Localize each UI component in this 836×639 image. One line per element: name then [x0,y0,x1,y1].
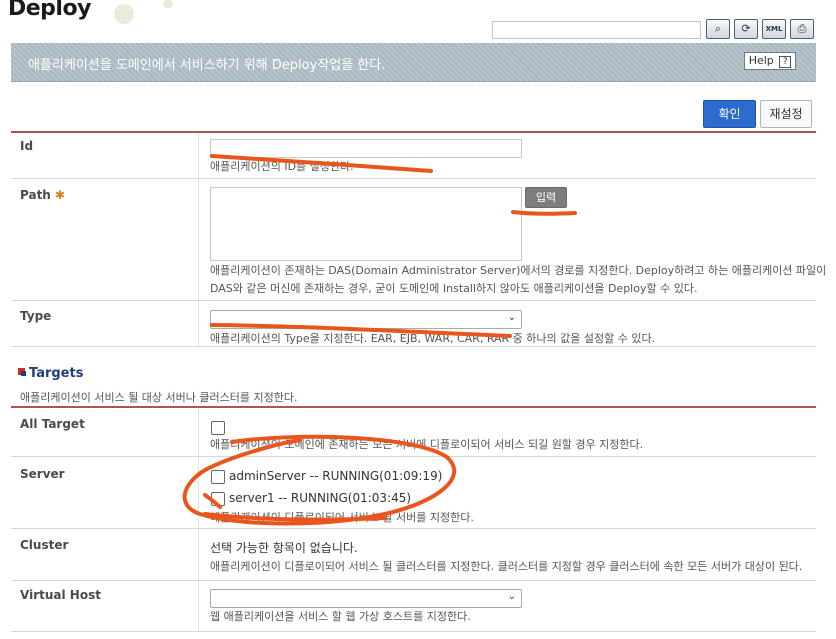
description-banner: 애플리케이션을 도메인에서 서비스하기 위해 Deploy작업을 한다. Hel… [11,43,816,82]
refresh-icon: ⟳ [741,22,751,35]
cluster-description: 애플리케이션이 디플로이되어 서비스 될 클러스터를 지정한다. 클러스터를 지… [210,560,803,573]
section-bullet-icon [18,368,26,376]
row-divider [11,300,816,301]
id-description: 애플리케이션의 ID를 설정한다. [210,160,354,173]
server-label: Server [20,467,65,481]
banner-text: 애플리케이션을 도메인에서 서비스하기 위해 Deploy작업을 한다. [28,58,386,73]
type-label: Type [20,309,52,323]
table-bottom-border [11,346,816,347]
decorative-dot [163,0,173,8]
decorative-dot [114,4,134,24]
xml-button[interactable]: XML [762,19,786,39]
row-divider [11,178,816,179]
virtual-host-label: Virtual Host [20,588,101,602]
id-input[interactable] [210,139,522,158]
required-icon: ✱ [54,188,65,202]
virtual-host-description: 웹 애플리케이션을 서비스 할 웹 가상 호스트를 지정한다. [210,610,471,623]
search-icon: ⌕ [714,22,722,35]
path-input-button[interactable]: 입력 [525,187,567,208]
type-description: 애플리케이션의 Type을 지정한다. EAR, EJB, WAR, CAR, … [210,332,656,345]
path-textarea[interactable] [210,187,522,261]
all-target-label: All Target [20,417,85,431]
row-divider [11,631,816,632]
virtual-host-select[interactable]: ⌄ [210,589,522,608]
server-checkbox-adminserver[interactable] [211,470,225,484]
export-button[interactable]: ⎙ [790,19,814,39]
all-target-checkbox[interactable] [211,421,225,435]
column-divider [198,457,199,528]
path-description-line1: 애플리케이션이 존재하는 DAS(Domain Administrator Se… [210,264,827,277]
reset-button[interactable]: 재설정 [760,100,812,128]
type-select[interactable]: ⌄ [210,310,522,329]
column-divider [198,581,199,631]
cluster-empty-text: 선택 가능한 항목이 없습니다. [210,541,358,555]
server-description: 애플리케이션이 디플로이되어 서비스 될 서버를 지정한다. [210,511,474,524]
server-option-adminserver: adminServer -- RUNNING(01:09:19) [229,469,443,483]
export-icon: ⎙ [797,22,807,35]
xml-icon: XML [765,25,783,33]
column-divider [198,408,199,456]
confirm-button[interactable]: 확인 [703,100,756,128]
targets-title: Targets [18,366,83,381]
refresh-button[interactable]: ⟳ [734,19,758,39]
all-target-description: 애플리케이션이 도메인에 존재하는 모든 서버에 디플로이되어 서비스 되길 원… [210,438,644,451]
column-divider [198,179,199,300]
path-label: Path ✱ [20,188,65,202]
path-description-line2: DAS와 같은 머신에 존재하는 경우, 굳이 도메인에 Install하지 않… [210,282,698,295]
chevron-down-icon: ⌄ [507,591,516,602]
row-divider [11,456,816,457]
column-divider [198,529,199,580]
column-divider [198,301,199,346]
table-top-border [11,131,816,133]
row-divider [11,580,816,581]
targets-title-text: Targets [29,366,84,381]
column-divider [198,133,199,178]
chevron-down-icon: ⌄ [507,312,516,323]
server-checkbox-server1[interactable] [211,492,225,506]
page-title: Deploy [8,0,91,21]
search-input[interactable] [492,21,701,39]
help-icon: ? [779,56,792,68]
server-option-server1: server1 -- RUNNING(01:03:45) [229,491,412,505]
cluster-label: Cluster [20,538,69,552]
path-label-text: Path [20,188,51,202]
annotation-underline-input [511,210,577,216]
help-label: Help [748,54,774,67]
help-button[interactable]: Help ? [744,52,796,70]
targets-subtitle: 애플리케이션이 서비스 될 대상 서버나 클러스터를 지정한다. [20,391,298,404]
row-divider [11,528,816,529]
table-top-border [11,406,816,408]
id-label: Id [20,139,34,153]
search-button[interactable]: ⌕ [706,19,730,39]
